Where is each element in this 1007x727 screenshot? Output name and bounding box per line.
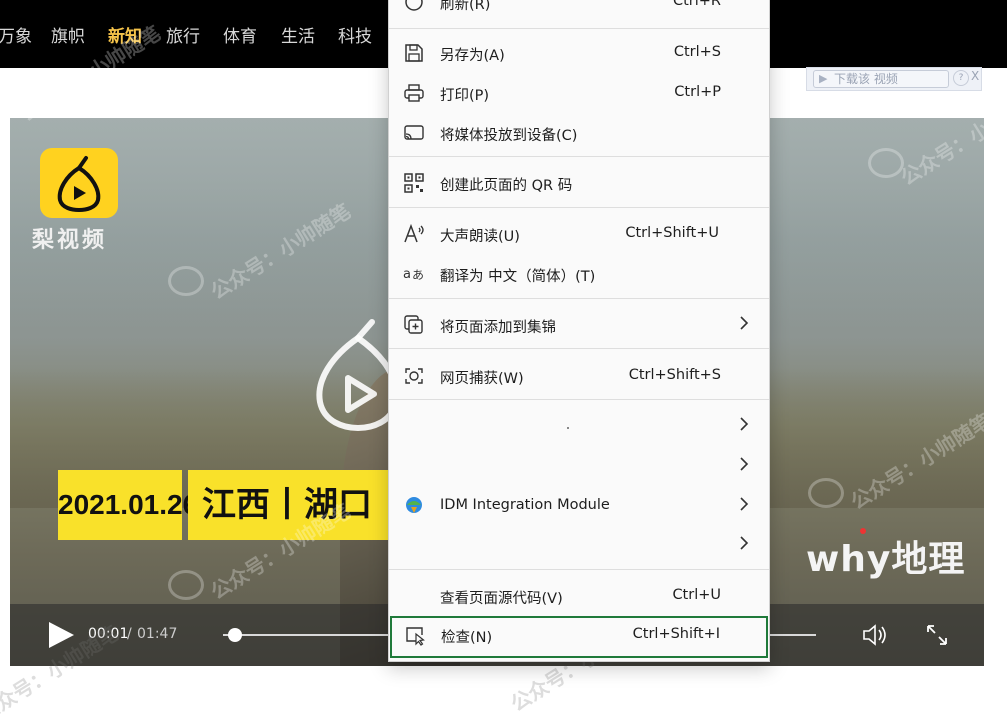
duration: 01:47 — [137, 626, 178, 642]
menu-label: 网页捕获(W) — [440, 371, 524, 387]
current-time: 00:01 — [88, 626, 129, 642]
nav-item-sports[interactable]: 体育 — [223, 22, 257, 47]
nav-item-life[interactable]: 生活 — [281, 22, 315, 47]
nav-item-wanxiang[interactable]: 万象 — [0, 22, 32, 47]
close-icon[interactable]: X — [971, 69, 979, 83]
collections-add-icon — [403, 314, 425, 336]
printer-icon — [403, 82, 425, 104]
chevron-right-icon — [737, 414, 751, 434]
nav-item-tech[interactable]: 科技 — [338, 22, 372, 47]
menu-item-cast[interactable]: 将媒体投放到设备(C) — [389, 114, 769, 150]
menu-item-inspect[interactable]: 检查(N) Ctrl+Shift+I — [390, 616, 768, 658]
idm-download-panel: 下载该 视频 ? X — [806, 67, 982, 91]
refresh-icon — [403, 0, 425, 13]
menu-label: 翻译为 中文（简体）(T) — [440, 269, 596, 285]
progress-handle[interactable] — [227, 628, 242, 642]
menu-label: 另存为(A) — [440, 48, 505, 64]
menu-item-read-aloud[interactable]: 大声朗读(U) Ctrl+Shift+U — [389, 215, 769, 251]
menu-label: 将媒体投放到设备(C) — [440, 128, 578, 144]
nav-item-qifan[interactable]: 旗帜 — [51, 22, 85, 47]
pear-video-logo — [40, 148, 118, 218]
chevron-right-icon — [737, 313, 751, 333]
menu-item-web-capture[interactable]: 网页捕获(W) Ctrl+Shift+S — [389, 357, 769, 393]
chevron-right-icon — [737, 533, 751, 553]
why-geography-logo: why地理 — [806, 528, 966, 582]
download-video-button[interactable]: 下载该 视频 — [813, 70, 949, 88]
app-name: 梨视频 — [32, 228, 108, 253]
play-icon[interactable] — [46, 620, 76, 654]
menu-label: 刷新(R) — [440, 0, 491, 13]
cast-icon — [403, 122, 425, 144]
menu-item-save-as[interactable]: 另存为(A) Ctrl+S — [389, 34, 769, 70]
context-menu: 刷新(R) Ctrl+R 另存为(A) Ctrl+S 打印(P) Ctrl+P … — [388, 0, 770, 662]
qr-code-icon — [403, 172, 425, 194]
menu-item-qr-code[interactable]: 创建此页面的 QR 码 — [389, 164, 769, 200]
menu-item-view-source[interactable]: 查看页面源代码(V) Ctrl+U — [389, 577, 769, 613]
menu-item-idm[interactable]: IDM Integration Module — [389, 487, 769, 523]
menu-item-add-to-collections[interactable]: 将页面添加到集锦 — [389, 306, 769, 342]
menu-separator — [389, 156, 769, 157]
svg-text:a: a — [403, 267, 411, 282]
save-as-icon — [403, 42, 425, 64]
menu-item-refresh[interactable]: 刷新(R) Ctrl+R — [389, 0, 769, 19]
center-play-icon[interactable] — [310, 318, 400, 442]
menu-item-submenu-2[interactable] — [389, 447, 769, 483]
place-caption: 江西丨湖口 — [188, 470, 402, 540]
menu-shortcut: Ctrl+S — [673, 44, 721, 60]
menu-label: 打印(P) — [440, 88, 490, 104]
menu-label: 查看页面源代码(V) — [440, 591, 563, 607]
menu-item-submenu-3[interactable] — [389, 526, 769, 562]
menu-shortcut: Ctrl+Shift+U — [625, 225, 719, 241]
menu-separator — [389, 28, 769, 29]
chevron-right-icon — [737, 494, 751, 514]
menu-label: 检查(N) — [441, 630, 493, 646]
menu-separator — [389, 348, 769, 349]
menu-separator — [389, 569, 769, 570]
time-separator: / — [127, 626, 132, 642]
menu-separator — [389, 399, 769, 400]
nav-item-xinzhi[interactable]: 新知 — [108, 22, 142, 47]
nav-item-travel[interactable]: 旅行 — [166, 22, 200, 47]
idm-icon — [403, 495, 425, 517]
menu-shortcut: Ctrl+R — [672, 0, 721, 9]
menu-shortcut: Ctrl+U — [672, 587, 721, 603]
menu-label: 大声朗读(U) — [440, 229, 520, 245]
date-caption: 2021.01.26 — [58, 470, 198, 540]
menu-label: 将页面添加到集锦 — [440, 320, 556, 336]
menu-item-print[interactable]: 打印(P) Ctrl+P — [389, 74, 769, 110]
volume-icon[interactable] — [862, 624, 888, 650]
translate-icon: aあ — [403, 263, 425, 285]
menu-shortcut: Ctrl+Shift+S — [628, 367, 721, 383]
read-aloud-icon — [403, 223, 425, 245]
chevron-right-icon — [737, 454, 751, 474]
menu-label: 创建此页面的 QR 码 — [440, 178, 573, 194]
inspect-icon — [404, 624, 426, 646]
help-icon[interactable]: ? — [953, 70, 969, 86]
menu-label: IDM Integration Module — [440, 497, 610, 513]
menu-item-submenu-1[interactable] — [389, 407, 769, 443]
menu-shortcut: Ctrl+P — [674, 84, 721, 100]
brand-logo-text: why地理 — [806, 539, 966, 580]
fullscreen-icon[interactable] — [926, 624, 948, 650]
menu-separator — [389, 298, 769, 299]
web-capture-icon — [403, 365, 425, 387]
svg-text:あ: あ — [412, 268, 424, 282]
menu-shortcut: Ctrl+Shift+I — [632, 626, 720, 642]
menu-item-translate[interactable]: aあ 翻译为 中文（简体）(T) — [389, 255, 769, 291]
menu-separator — [389, 207, 769, 208]
